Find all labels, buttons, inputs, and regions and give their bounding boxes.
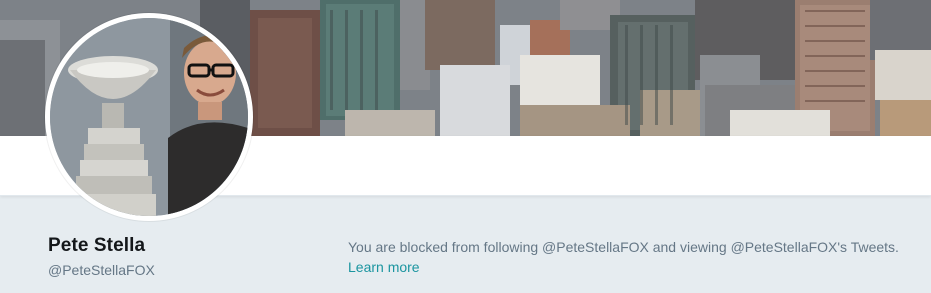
learn-more-link[interactable]: Learn more (348, 259, 420, 275)
avatar[interactable] (45, 13, 253, 221)
profile-name[interactable]: Pete Stella (48, 235, 145, 257)
profile-page: Pete Stella @PeteStellaFOX You are block… (0, 0, 931, 293)
avatar-photo (50, 18, 248, 216)
blocked-notice-text: You are blocked from following @PeteStel… (348, 239, 899, 255)
profile-handle[interactable]: @PeteStellaFOX (48, 262, 155, 278)
blocked-notice: You are blocked from following @PeteStel… (348, 237, 923, 277)
